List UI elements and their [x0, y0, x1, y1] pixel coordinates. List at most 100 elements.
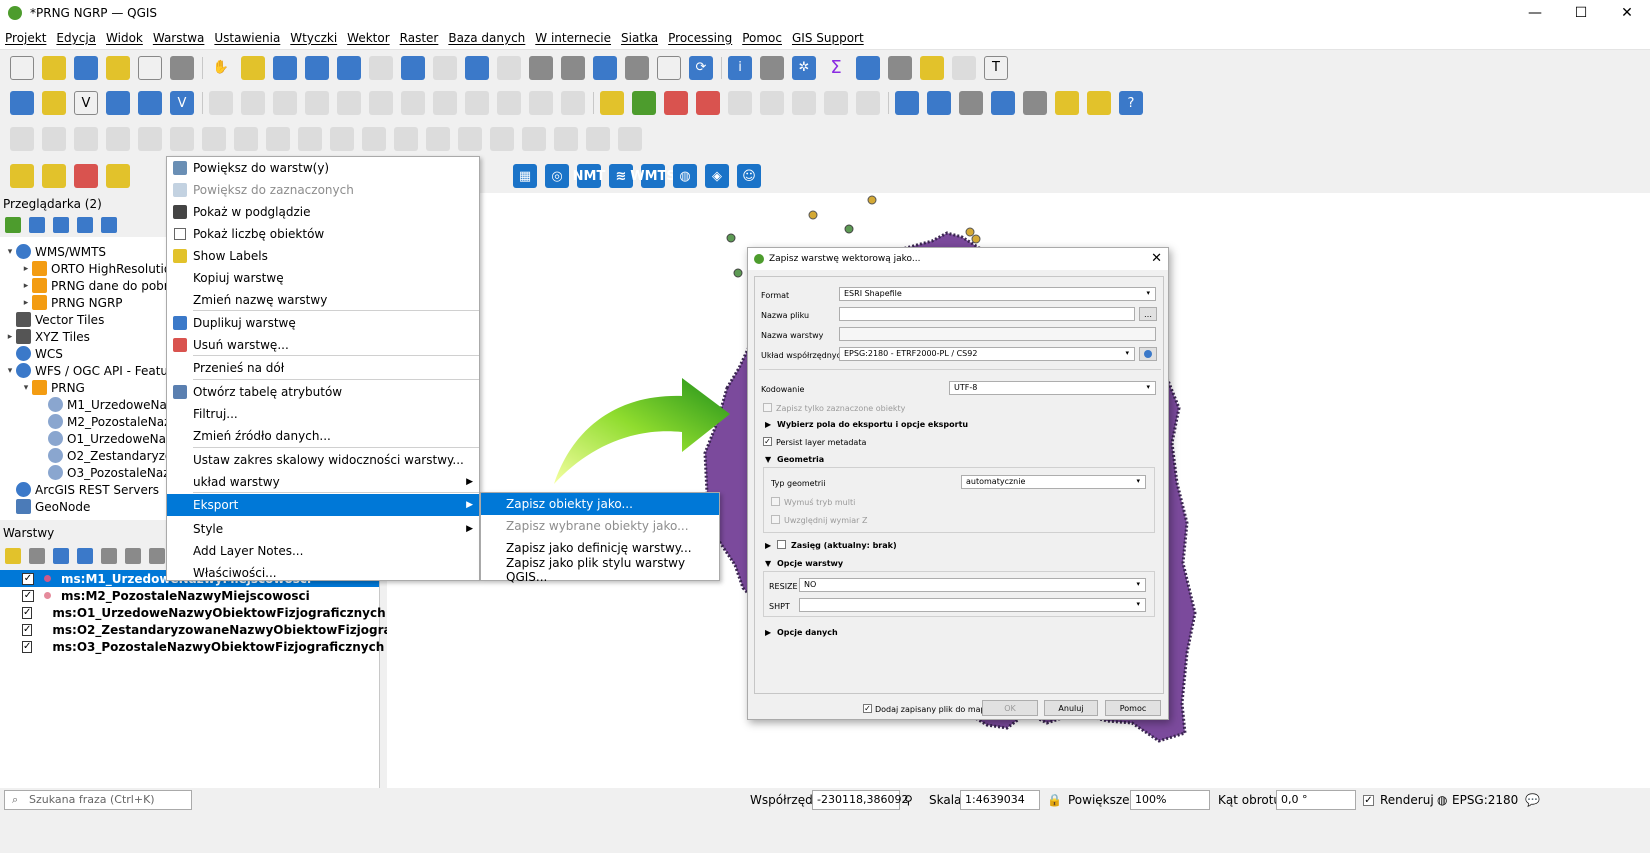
collapse-all-icon[interactable]: [77, 217, 93, 233]
person-icon[interactable]: [1087, 91, 1111, 115]
crs-status[interactable]: EPSG:2180: [1452, 793, 1518, 807]
label-disabled-icon-3[interactable]: [792, 91, 816, 115]
format-select[interactable]: ESRI Shapefile ▾: [839, 287, 1156, 301]
show-bookmarks-icon[interactable]: [625, 55, 649, 80]
context-menu-item[interactable]: Eksport ▶: [167, 494, 479, 516]
save-selected-checkbox[interactable]: [763, 403, 772, 412]
zoom-next-icon[interactable]: [497, 55, 521, 80]
context-menu-item[interactable]: Add Layer Notes...: [167, 540, 479, 562]
field-calculator-icon[interactable]: ✲: [792, 55, 816, 80]
settings-disabled-icon[interactable]: [952, 55, 976, 80]
crs-select[interactable]: EPSG:2180 - ETRF2000-PL / CS92 ▾: [839, 347, 1135, 361]
edit-disabled-icon-4[interactable]: [305, 91, 329, 115]
menu-w-internecie[interactable]: W internecie: [530, 31, 616, 45]
geometry-type-select[interactable]: automatycznie ▾: [961, 475, 1146, 489]
expander-icon[interactable]: ▸: [20, 264, 32, 274]
force-multi-checkbox[interactable]: [771, 497, 780, 506]
cancel-button[interactable]: Anuluj: [1044, 700, 1098, 716]
expander-icon[interactable]: ▾: [4, 366, 16, 376]
edit-disabled-icon-3[interactable]: [273, 91, 297, 115]
open-project-icon[interactable]: [42, 55, 66, 80]
digitizing-disabled-icon-13[interactable]: [394, 127, 418, 151]
context-menu-item[interactable]: Zmień nazwę warstwy: [167, 289, 479, 311]
minimize-button[interactable]: —: [1512, 0, 1558, 26]
digitizing-disabled-icon-9[interactable]: [266, 127, 290, 151]
layer-options-expander[interactable]: ▼: [765, 559, 771, 568]
maximize-button[interactable]: ☐: [1558, 0, 1604, 26]
add-selected-layers-icon[interactable]: [5, 217, 21, 233]
add-vector-layer-icon[interactable]: [10, 91, 34, 115]
label-abc-red-icon[interactable]: [696, 91, 720, 115]
collapse-all-icon[interactable]: [149, 548, 165, 564]
layout-plugin-icon[interactable]: ▦: [513, 164, 537, 188]
add-wms-icon[interactable]: V: [170, 91, 194, 115]
export-submenu-item[interactable]: Zapisz jako plik stylu warstwy QGIS...: [481, 556, 719, 584]
menu-wtyczki[interactable]: Wtyczki: [285, 31, 342, 45]
menu-ustawienia[interactable]: Ustawienia: [209, 31, 285, 45]
help-icon[interactable]: ?: [1119, 91, 1143, 115]
label-disabled-icon-1[interactable]: [728, 91, 752, 115]
context-menu-item[interactable]: Właściwości...: [167, 562, 479, 584]
digitizing-disabled-icon-8[interactable]: [234, 127, 258, 151]
render-checkbox[interactable]: ✓: [1363, 795, 1374, 806]
fields-section-header[interactable]: Wybierz pola do eksportu i opcje eksport…: [777, 420, 968, 429]
context-menu-item[interactable]: Usuń warstwę...: [167, 334, 479, 356]
add-group-icon[interactable]: [29, 548, 45, 564]
select-features-icon[interactable]: [10, 164, 34, 188]
menu-warstwa[interactable]: Warstwa: [148, 31, 210, 45]
layer-row[interactable]: ✓ ms:O2_ZestandaryzowaneNazwyObiektowFizj…: [0, 621, 447, 638]
zoom-in-icon[interactable]: [273, 55, 297, 80]
add-delimited-text-icon[interactable]: V: [74, 91, 98, 115]
menu-siatka[interactable]: Siatka: [616, 31, 663, 45]
bookmark-icon[interactable]: [593, 55, 617, 80]
context-menu-item[interactable]: Show Labels: [167, 245, 479, 267]
edit-disabled-icon-10[interactable]: [497, 91, 521, 115]
properties-icon[interactable]: [101, 217, 117, 233]
context-menu-item[interactable]: Pokaż liczbę obiektów: [167, 223, 479, 245]
context-menu-item[interactable]: Powiększ do zaznaczonych: [167, 179, 479, 201]
digitizing-disabled-icon-15[interactable]: [458, 127, 482, 151]
digitizing-disabled-icon-4[interactable]: [106, 127, 130, 151]
digitizing-disabled-icon-5[interactable]: [138, 127, 162, 151]
digitize-icon[interactable]: [106, 91, 130, 115]
rotation-field[interactable]: 0,0 °: [1276, 790, 1356, 810]
map-plugin-icon[interactable]: ◈: [705, 164, 729, 188]
menu-processing[interactable]: Processing: [663, 31, 737, 45]
context-menu-item[interactable]: Kopiuj warstwę: [167, 267, 479, 289]
label-abc-icon[interactable]: [600, 91, 624, 115]
zoom-native-icon[interactable]: [433, 55, 457, 80]
encoding-select[interactable]: UTF-8 ▾: [949, 381, 1156, 395]
dialog-close-icon[interactable]: ✕: [1151, 251, 1162, 266]
layer-visibility-checkbox[interactable]: ✓: [22, 640, 33, 653]
filter-expression-icon[interactable]: [101, 548, 117, 564]
context-menu-item[interactable]: Filtruj...: [167, 403, 479, 425]
expander-icon[interactable]: ▸: [4, 332, 16, 342]
shpt-select[interactable]: ▾: [799, 598, 1146, 612]
browse-button[interactable]: …: [1139, 307, 1157, 321]
layer-styling-icon[interactable]: [5, 548, 21, 564]
menu-projekt[interactable]: Projekt: [0, 31, 51, 45]
digitizing-disabled-icon-2[interactable]: [42, 127, 66, 151]
new-map-view-icon[interactable]: [529, 55, 553, 80]
geometry-section-header[interactable]: Geometria: [777, 455, 824, 464]
new-3d-view-icon[interactable]: [561, 55, 585, 80]
zoom-last-icon[interactable]: [465, 55, 489, 80]
layer-visibility-checkbox[interactable]: ✓: [22, 589, 34, 602]
identify-icon[interactable]: i: [728, 55, 752, 80]
user-plugin-icon[interactable]: ☺: [737, 164, 761, 188]
wmts-plugin-icon[interactable]: WMTS: [630, 164, 676, 188]
python-console-icon[interactable]: [991, 91, 1015, 115]
style-manager-icon[interactable]: [170, 55, 194, 80]
zoom-out-icon[interactable]: [305, 55, 329, 80]
scale-field[interactable]: 1:4639034: [960, 790, 1040, 810]
export-submenu-item[interactable]: Zapisz wybrane obiekty jako...: [481, 515, 719, 537]
menu-wektor[interactable]: Wektor: [342, 31, 394, 45]
context-menu-item[interactable]: układ warstwy ▶: [167, 471, 479, 493]
new-project-icon[interactable]: [10, 55, 34, 80]
context-menu-item[interactable]: Style ▶: [167, 518, 479, 540]
label-highlight-icon[interactable]: [664, 91, 688, 115]
menu-edycja[interactable]: Edycja: [51, 31, 101, 45]
context-menu-item[interactable]: Ustaw zakres skalowy widoczności warstwy…: [167, 449, 479, 471]
ok-button[interactable]: OK: [982, 700, 1038, 716]
print-layout-icon[interactable]: [138, 55, 162, 80]
